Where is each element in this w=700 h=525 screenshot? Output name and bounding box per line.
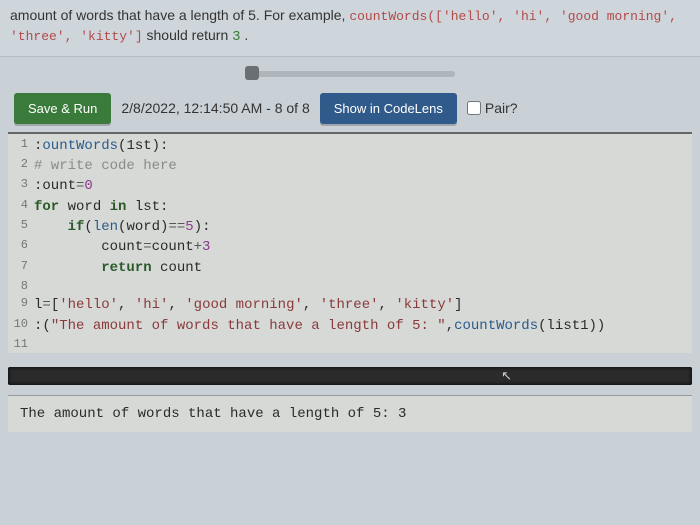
program-output: The amount of words that have a length o… bbox=[8, 395, 692, 432]
instruction-text-post: . bbox=[244, 27, 248, 43]
mouse-cursor-icon: ↖ bbox=[501, 368, 512, 384]
instruction-return-value: 3 bbox=[232, 29, 240, 45]
line-number: 9 bbox=[8, 295, 34, 315]
code-line: 5 if(len(word)==5): bbox=[8, 217, 692, 237]
code-line: 7 return count bbox=[8, 258, 692, 278]
show-codelens-button[interactable]: Show in CodeLens bbox=[320, 93, 457, 124]
code-line: 9 l=['hello', 'hi', 'good morning', 'thr… bbox=[8, 295, 692, 315]
toolbar: Save & Run 2/8/2022, 12:14:50 AM - 8 of … bbox=[0, 87, 700, 132]
pair-checkbox[interactable] bbox=[467, 101, 481, 115]
code-line: 1 :ountWords(1st): bbox=[8, 136, 692, 156]
code-line: 6 count=count+3 bbox=[8, 237, 692, 257]
line-number: 3 bbox=[8, 176, 34, 196]
output-text: The amount of words that have a length o… bbox=[20, 406, 406, 422]
code-line: 11 bbox=[8, 336, 692, 353]
slider-thumb[interactable] bbox=[245, 66, 259, 80]
pair-toggle[interactable]: Pair? bbox=[467, 100, 518, 116]
line-number: 8 bbox=[8, 278, 34, 295]
line-number: 4 bbox=[8, 197, 34, 217]
history-slider[interactable] bbox=[0, 63, 700, 83]
code-line: 4 for word in lst: bbox=[8, 197, 692, 217]
run-timestamp: 2/8/2022, 12:14:50 AM - 8 of 8 bbox=[121, 100, 309, 116]
line-number: 2 bbox=[8, 156, 34, 176]
scrollbar-thumb[interactable] bbox=[10, 369, 420, 383]
instruction-text: amount of words that have a length of 5.… bbox=[10, 7, 349, 23]
code-line: 8 bbox=[8, 278, 692, 295]
instruction-text-mid: should return bbox=[147, 27, 233, 43]
line-number: 11 bbox=[8, 336, 34, 353]
horizontal-scrollbar[interactable]: ↖ bbox=[8, 367, 692, 385]
pair-label: Pair? bbox=[485, 100, 518, 116]
line-number: 10 bbox=[8, 316, 34, 336]
line-number: 1 bbox=[8, 136, 34, 156]
code-line: 10 :("The amount of words that have a le… bbox=[8, 316, 692, 336]
slider-track-bar bbox=[245, 71, 455, 77]
line-number: 5 bbox=[8, 217, 34, 237]
code-line: 3 :ount=0 bbox=[8, 176, 692, 196]
line-number: 7 bbox=[8, 258, 34, 278]
code-line: 2 # write code here bbox=[8, 156, 692, 176]
save-run-button[interactable]: Save & Run bbox=[14, 93, 111, 124]
code-editor[interactable]: 1 :ountWords(1st): 2 # write code here 3… bbox=[8, 132, 692, 353]
problem-instructions: amount of words that have a length of 5.… bbox=[0, 0, 700, 57]
line-number: 6 bbox=[8, 237, 34, 257]
